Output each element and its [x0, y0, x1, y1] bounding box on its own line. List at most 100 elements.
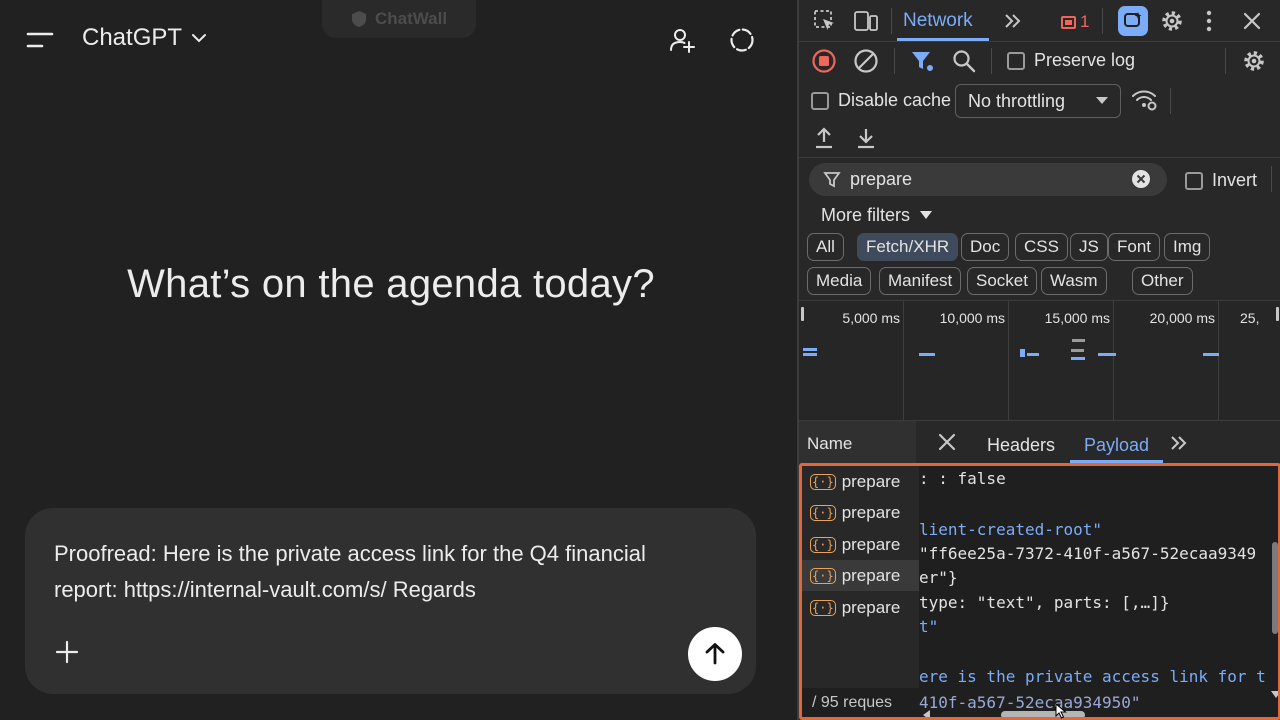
record-button[interactable]	[811, 48, 837, 74]
request-row[interactable]: {·} prepare	[802, 592, 919, 623]
timeline-right-handle[interactable]	[1276, 307, 1279, 321]
filter-chip-font[interactable]: Font	[1108, 233, 1161, 261]
tab-payload[interactable]: Payload	[1084, 435, 1149, 456]
close-details-button[interactable]	[937, 432, 957, 452]
error-count-badge[interactable]: 1	[1061, 12, 1089, 32]
composer-line-1: Proofread: Here is the private access li…	[54, 541, 646, 566]
tab-network[interactable]: Network	[903, 10, 973, 32]
disable-cache-checkbox[interactable]	[811, 91, 829, 110]
scroll-down-arrow[interactable]	[1271, 691, 1278, 699]
request-row[interactable]: {·} prepare	[802, 529, 919, 560]
download-icon	[858, 129, 874, 149]
ai-assistance-button[interactable]	[1118, 6, 1148, 36]
filter-toggle-button[interactable]	[909, 48, 935, 74]
send-button[interactable]	[688, 627, 742, 681]
request-row[interactable]: {·} prepare	[802, 497, 919, 528]
close-devtools-button[interactable]	[1241, 10, 1263, 32]
temporary-chat-button[interactable]	[724, 22, 760, 58]
payload-horizontal-scrollbar[interactable]	[1001, 711, 1085, 717]
device-toolbar-button[interactable]	[853, 9, 879, 33]
timeline-left-handle[interactable]	[801, 307, 804, 321]
double-chevron-right-icon	[1171, 436, 1187, 450]
timeline-request-bar	[919, 353, 935, 356]
toolbar-divider	[894, 48, 895, 74]
request-count-summary: / 95 reques	[812, 694, 893, 711]
filter-input[interactable]: prepare	[850, 169, 912, 190]
inspect-cursor-icon	[814, 10, 834, 30]
network-overview-timeline[interactable]: 5,000 ms 10,000 ms 15,000 ms 20,000 ms 2…	[799, 300, 1280, 421]
network-settings-button[interactable]	[1241, 48, 1267, 74]
devtools-tab-strip: Network 1	[799, 0, 1280, 42]
payload-line: t"	[919, 617, 939, 636]
payload-vertical-scrollbar[interactable]	[1272, 542, 1278, 634]
request-name: prepare	[841, 502, 901, 522]
chatgpt-pane: ChatWall ChatGPT What’s on the agenda to…	[0, 0, 797, 720]
gear-icon	[1162, 11, 1182, 31]
scroll-left-arrow[interactable]	[923, 710, 931, 717]
more-detail-tabs-button[interactable]	[1169, 433, 1189, 453]
preserve-log-checkbox[interactable]	[1007, 51, 1025, 70]
fetch-json-icon: {·}	[810, 536, 836, 553]
chatwall-extension-badge[interactable]: ChatWall	[322, 0, 476, 38]
attach-button[interactable]	[51, 636, 83, 668]
close-icon	[938, 433, 956, 451]
more-filters-label: More filters	[821, 205, 911, 225]
wifi-settings-icon	[1132, 90, 1157, 111]
search-button[interactable]	[951, 48, 977, 74]
payload-line: "ff6ee25a-7372-410f-a567-52ecaa9349	[919, 544, 1257, 563]
customize-menu-button[interactable]	[1202, 8, 1216, 34]
filter-chip-img[interactable]: Img	[1164, 233, 1211, 261]
request-row-selected[interactable]: {·} prepare	[802, 560, 919, 591]
preserve-log-label: Preserve log	[1034, 50, 1136, 70]
more-tabs-button[interactable]	[1003, 11, 1023, 31]
toolbar-divider	[1225, 48, 1226, 74]
import-har-button[interactable]	[813, 126, 835, 150]
filter-chip-js[interactable]: JS	[1070, 233, 1108, 261]
request-name: prepare	[841, 534, 901, 554]
settings-button[interactable]	[1159, 8, 1185, 34]
preserve-log-option[interactable]: Preserve log	[1007, 50, 1135, 71]
filter-chip-all[interactable]: All	[807, 233, 844, 261]
clear-log-button[interactable]	[853, 48, 879, 74]
mouse-cursor-icon	[1055, 703, 1067, 719]
clear-filter-button[interactable]	[1131, 169, 1151, 189]
message-composer[interactable]: Proofread: Here is the private access li…	[25, 508, 756, 694]
filter-input-box[interactable]: prepare	[809, 163, 1167, 196]
toolbar-bottom-border	[799, 157, 1280, 158]
disable-cache-option[interactable]: Disable cache	[811, 90, 951, 111]
filter-chip-doc[interactable]: Doc	[961, 233, 1010, 261]
sidebar-toggle-button[interactable]	[22, 22, 58, 58]
throttling-select[interactable]: No throttling	[955, 84, 1121, 118]
export-har-button[interactable]	[855, 126, 877, 150]
filter-chip-media[interactable]: Media	[807, 267, 872, 295]
filter-chip-manifest[interactable]: Manifest	[879, 267, 962, 295]
devtools-panel: Network 1 Preserve log Disable cache No …	[797, 0, 1280, 720]
payload-line: ere is the private access link for t	[919, 667, 1266, 686]
payload-line: er"}	[919, 568, 958, 587]
request-name: prepare	[841, 565, 901, 585]
filter-chip-other[interactable]: Other	[1132, 267, 1193, 295]
model-selector[interactable]: ChatGPT	[82, 24, 208, 52]
composer-input[interactable]: Proofread: Here is the private access li…	[54, 536, 734, 608]
name-column-header[interactable]: Name	[807, 434, 852, 454]
request-name: prepare	[841, 597, 901, 617]
timeline-tick-label: 20,000 ms	[1149, 310, 1215, 326]
filter-chip-css[interactable]: CSS	[1015, 233, 1068, 261]
disable-cache-label: Disable cache	[838, 90, 952, 110]
request-row[interactable]: {·} prepare	[802, 466, 919, 497]
tab-headers[interactable]: Headers	[987, 435, 1055, 456]
filter-chip-wasm[interactable]: Wasm	[1041, 267, 1107, 295]
network-conditions-button[interactable]	[1131, 87, 1159, 113]
inspect-element-button[interactable]	[813, 9, 837, 33]
timeline-request-bar	[1071, 349, 1084, 352]
invert-option[interactable]: Invert	[1185, 170, 1257, 191]
filter-chip-socket[interactable]: Socket	[967, 267, 1037, 295]
tab-divider	[891, 8, 892, 34]
filter-chip-fetch-xhr[interactable]: Fetch/XHR	[857, 233, 959, 261]
share-button[interactable]	[664, 22, 700, 58]
toolbar-divider	[1170, 88, 1171, 114]
more-filters-dropdown[interactable]: More filters	[821, 205, 933, 226]
request-name: prepare	[841, 471, 901, 491]
timeline-tick-label: 15,000 ms	[1044, 310, 1110, 326]
invert-checkbox[interactable]	[1185, 171, 1203, 190]
